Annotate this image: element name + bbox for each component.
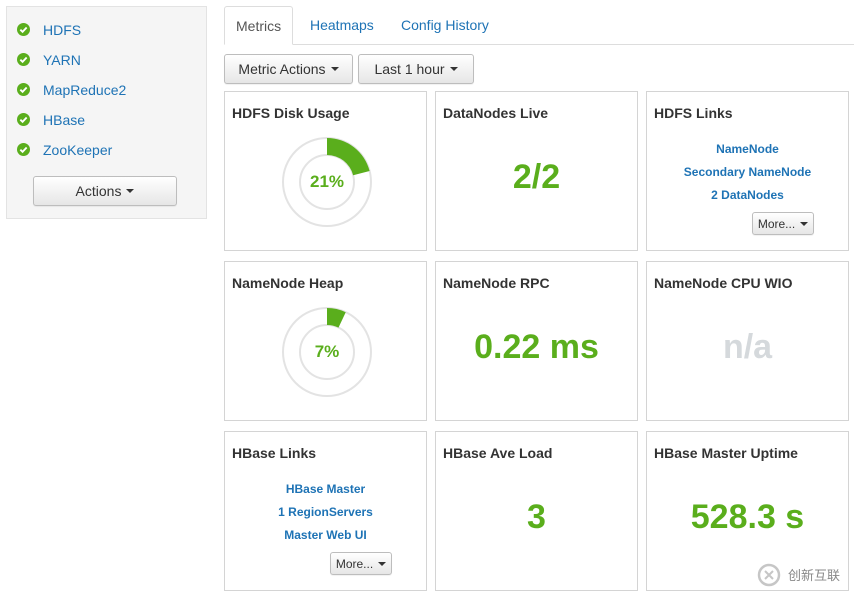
caret-down-icon (330, 67, 339, 71)
check-circle-icon (17, 143, 30, 156)
sidebar-item-mapreduce2[interactable]: MapReduce2 (7, 77, 206, 103)
actions-button[interactable]: Actions (33, 176, 177, 206)
widget-hdfs-links: HDFS Links NameNode Secondary NameNode 2… (646, 91, 849, 251)
hbase-links-list: HBase Master 1 RegionServers Master Web … (225, 478, 426, 547)
service-label[interactable]: HBase (43, 107, 85, 133)
service-label[interactable]: ZooKeeper (43, 137, 112, 163)
namenode-link[interactable]: NameNode (647, 138, 848, 161)
service-label[interactable]: MapReduce2 (43, 77, 126, 103)
more-label: More... (757, 216, 796, 231)
regionservers-link[interactable]: 1 RegionServers (225, 501, 426, 524)
check-circle-icon (17, 83, 30, 96)
widget-title: NameNode Heap (232, 275, 344, 291)
tab-heatmaps[interactable]: Heatmaps (299, 6, 385, 45)
datanodes-live-value: 2/2 (512, 158, 561, 196)
hdfs-more-button[interactable]: More... (752, 212, 814, 235)
master-web-ui-link[interactable]: Master Web UI (225, 524, 426, 547)
disk-usage-value: 21% (309, 172, 345, 191)
widget-hbase-links: HBase Links HBase Master 1 RegionServers… (224, 431, 427, 591)
widget-title: HDFS Disk Usage (232, 105, 350, 121)
widget-namenode-rpc[interactable]: NameNode RPC 0.22 ms (435, 261, 638, 421)
time-range-label: Last 1 hour (374, 61, 445, 77)
datanodes-link[interactable]: 2 DataNodes (647, 184, 848, 207)
check-circle-icon (17, 113, 30, 126)
check-circle-icon (17, 53, 30, 66)
secondary-namenode-link[interactable]: Secondary NameNode (647, 161, 848, 184)
hbase-more-button[interactable]: More... (330, 552, 392, 575)
widget-title: HBase Ave Load (443, 445, 553, 461)
widget-datanodes-live[interactable]: DataNodes Live 2/2 (435, 91, 638, 251)
hbase-ave-load-value: 3 (527, 498, 546, 536)
services-sidebar: HDFS YARN MapReduce2 HBase ZooKeeper Act… (6, 6, 207, 219)
hdfs-links-list: NameNode Secondary NameNode 2 DataNodes (647, 138, 848, 207)
hbase-master-uptime-value: 528.3 s (690, 498, 805, 536)
more-label: More... (335, 556, 374, 571)
widget-title: HBase Master Uptime (654, 445, 798, 461)
widget-hdfs-disk-usage[interactable]: HDFS Disk Usage 21% (224, 91, 427, 251)
sidebar-item-zookeeper[interactable]: ZooKeeper (7, 137, 206, 163)
widget-namenode-cpu-wio[interactable]: NameNode CPU WIO n/a (646, 261, 849, 421)
widget-title: NameNode RPC (443, 275, 550, 291)
hbase-master-link[interactable]: HBase Master (225, 478, 426, 501)
widget-title: NameNode CPU WIO (654, 275, 793, 291)
time-range-button[interactable]: Last 1 hour (358, 54, 474, 84)
sidebar-item-yarn[interactable]: YARN (7, 47, 206, 73)
watermark-text: 创新互联 (788, 568, 841, 583)
actions-button-label: Actions (75, 183, 122, 199)
caret-down-icon (800, 221, 809, 226)
namenode-rpc-value: 0.22 ms (474, 328, 599, 366)
metric-actions-button[interactable]: Metric Actions (224, 54, 353, 84)
caret-down-icon (126, 189, 135, 193)
metric-actions-label: Metric Actions (238, 61, 326, 77)
sidebar-item-hdfs[interactable]: HDFS (7, 17, 206, 43)
widget-title: HDFS Links (654, 105, 733, 121)
caret-down-icon (449, 67, 458, 71)
widget-hbase-ave-load[interactable]: HBase Ave Load 3 (435, 431, 638, 591)
service-label[interactable]: YARN (43, 47, 81, 73)
tab-config-history[interactable]: Config History (390, 6, 500, 45)
check-circle-icon (17, 23, 30, 36)
sidebar-item-hbase[interactable]: HBase (7, 107, 206, 133)
tab-metrics[interactable]: Metrics (224, 6, 294, 45)
namenode-cpu-wio-value: n/a (722, 328, 773, 366)
caret-down-icon (378, 561, 387, 566)
heap-value: 7% (314, 342, 340, 361)
widget-namenode-heap[interactable]: NameNode Heap 7% (224, 261, 427, 421)
widget-title: HBase Links (232, 445, 317, 461)
service-label[interactable]: HDFS (43, 17, 81, 43)
widget-title: DataNodes Live (443, 105, 549, 121)
